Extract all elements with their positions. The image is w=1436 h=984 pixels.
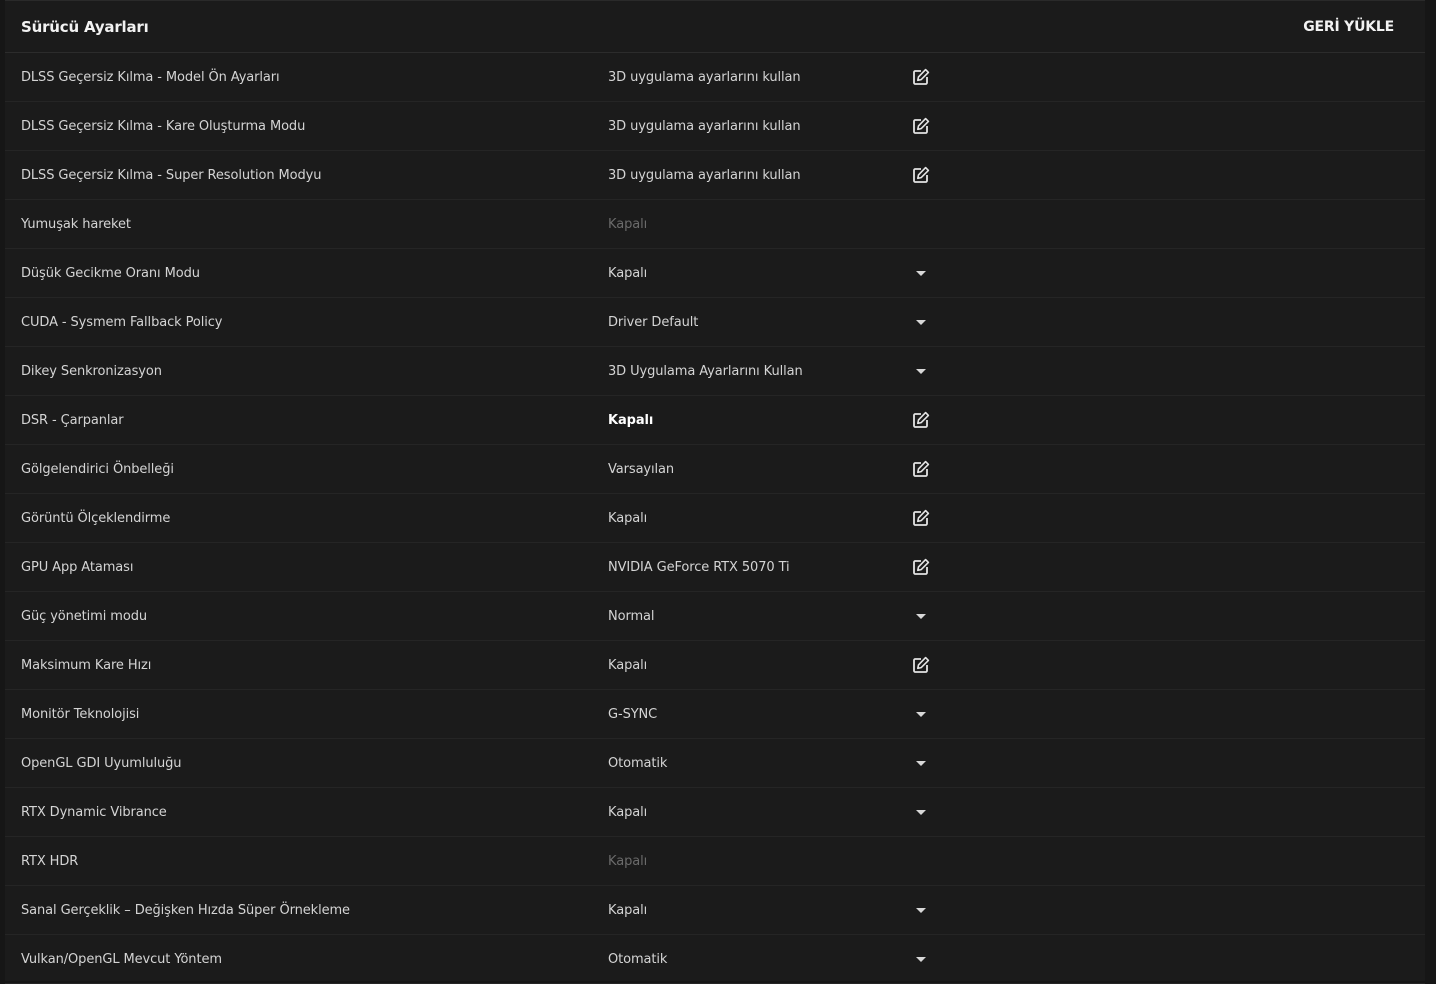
edit-icon[interactable] (909, 163, 933, 187)
dropdown-caret-icon[interactable] (909, 261, 933, 285)
edit-icon[interactable] (909, 555, 933, 579)
setting-label: CUDA - Sysmem Fallback Policy (21, 314, 223, 330)
setting-label: GPU App Ataması (21, 559, 134, 575)
setting-label: RTX Dynamic Vibrance (21, 804, 167, 820)
dropdown-caret-icon[interactable] (909, 359, 933, 383)
setting-value[interactable]: 3D uygulama ayarlarını kullan (608, 70, 801, 85)
setting-value[interactable]: Kapalı (608, 511, 647, 526)
setting-label: Monitör Teknolojisi (21, 706, 140, 722)
setting-value[interactable]: NVIDIA GeForce RTX 5070 Ti (608, 560, 790, 575)
setting-label: OpenGL GDI Uyumluluğu (21, 755, 182, 771)
settings-row[interactable]: Sanal Gerçeklik – Değişken Hızda Süper Ö… (5, 886, 1425, 935)
dropdown-caret-icon[interactable] (909, 898, 933, 922)
settings-row[interactable]: OpenGL GDI Uyumluluğu Otomatik (5, 739, 1425, 788)
setting-label: Güç yönetimi modu (21, 608, 148, 624)
settings-row[interactable]: Dikey Senkronizasyon 3D Uygulama Ayarları… (5, 347, 1425, 396)
setting-label: DLSS Geçersiz Kılma - Model Ön Ayarları (21, 69, 280, 85)
setting-value[interactable]: G-SYNC (608, 707, 657, 722)
setting-value[interactable]: Kapalı (608, 413, 653, 428)
setting-label: Yumuşak hareket (21, 216, 131, 232)
dropdown-caret-icon[interactable] (909, 702, 933, 726)
setting-value[interactable]: 3D Uygulama Ayarlarını Kullan (608, 364, 803, 379)
setting-value[interactable]: 3D uygulama ayarlarını kullan (608, 119, 801, 134)
settings-row[interactable]: Düşük Gecikme Oranı Modu Kapalı (5, 249, 1425, 298)
dropdown-caret-icon[interactable] (909, 800, 933, 824)
settings-row[interactable]: DLSS Geçersiz Kılma - Super Resolution M… (5, 151, 1425, 200)
settings-row[interactable]: DLSS Geçersiz Kılma - Model Ön Ayarları 3… (5, 53, 1425, 102)
setting-value[interactable]: Kapalı (608, 658, 647, 673)
restore-button[interactable]: GERİ YÜKLE (1303, 19, 1394, 35)
settings-list: DLSS Geçersiz Kılma - Model Ön Ayarları 3… (5, 53, 1425, 984)
setting-label: Sanal Gerçeklik – Değişken Hızda Süper Ö… (21, 902, 350, 918)
setting-value[interactable]: Normal (608, 609, 655, 624)
edit-icon[interactable] (909, 65, 933, 89)
panel-header: Sürücü Ayarları GERİ YÜKLE (5, 1, 1425, 53)
setting-label: DLSS Geçersiz Kılma - Kare Oluşturma Mod… (21, 118, 306, 134)
edit-icon[interactable] (909, 408, 933, 432)
setting-label: Görüntü Ölçeklendirme (21, 510, 171, 526)
settings-row: Yumuşak hareket Kapalı (5, 200, 1425, 249)
setting-value: Kapalı (608, 853, 648, 869)
dropdown-caret-icon[interactable] (909, 604, 933, 628)
settings-row[interactable]: Maksimum Kare Hızı Kapalı (5, 641, 1425, 690)
setting-label: Maksimum Kare Hızı (21, 657, 152, 673)
setting-label: DSR - Çarpanlar (21, 412, 124, 428)
settings-row[interactable]: DSR - Çarpanlar Kapalı (5, 396, 1425, 445)
dropdown-caret-icon[interactable] (909, 310, 933, 334)
settings-row[interactable]: Görüntü Ölçeklendirme Kapalı (5, 494, 1425, 543)
setting-value[interactable]: Driver Default (608, 315, 698, 330)
dropdown-caret-icon[interactable] (909, 751, 933, 775)
setting-value[interactable]: Otomatik (608, 952, 667, 967)
settings-row[interactable]: Gölgelendirici Önbelleği Varsayılan (5, 445, 1425, 494)
setting-label: Dikey Senkronizasyon (21, 363, 162, 379)
setting-label: Düşük Gecikme Oranı Modu (21, 265, 200, 281)
settings-row[interactable]: Vulkan/OpenGL Mevcut Yöntem Otomatik (5, 935, 1425, 984)
dropdown-caret-icon[interactable] (909, 947, 933, 971)
setting-value[interactable]: Kapalı (608, 266, 647, 281)
settings-row: RTX HDR Kapalı (5, 837, 1425, 886)
edit-icon[interactable] (909, 114, 933, 138)
setting-value[interactable]: Varsayılan (608, 462, 674, 477)
setting-value[interactable]: Kapalı (608, 805, 647, 820)
setting-label: Vulkan/OpenGL Mevcut Yöntem (21, 951, 222, 967)
edit-icon[interactable] (909, 457, 933, 481)
settings-row[interactable]: CUDA - Sysmem Fallback Policy Driver Defa… (5, 298, 1425, 347)
settings-row[interactable]: Güç yönetimi modu Normal (5, 592, 1425, 641)
setting-label: Gölgelendirici Önbelleği (21, 461, 174, 477)
settings-row[interactable]: DLSS Geçersiz Kılma - Kare Oluşturma Mod… (5, 102, 1425, 151)
driver-settings-panel: Sürücü Ayarları GERİ YÜKLE DLSS Geçersiz… (5, 0, 1425, 984)
panel-title: Sürücü Ayarları (21, 17, 149, 36)
setting-value: Kapalı (608, 216, 648, 232)
setting-value[interactable]: Otomatik (608, 756, 667, 771)
setting-value[interactable]: Kapalı (608, 903, 647, 918)
setting-label: RTX HDR (21, 853, 79, 869)
edit-icon[interactable] (909, 653, 933, 677)
edit-icon[interactable] (909, 506, 933, 530)
settings-row[interactable]: GPU App Ataması NVIDIA GeForce RTX 5070 T… (5, 543, 1425, 592)
setting-label: DLSS Geçersiz Kılma - Super Resolution M… (21, 167, 322, 183)
setting-value[interactable]: 3D uygulama ayarlarını kullan (608, 168, 801, 183)
settings-row[interactable]: RTX Dynamic Vibrance Kapalı (5, 788, 1425, 837)
settings-row[interactable]: Monitör Teknolojisi G-SYNC (5, 690, 1425, 739)
